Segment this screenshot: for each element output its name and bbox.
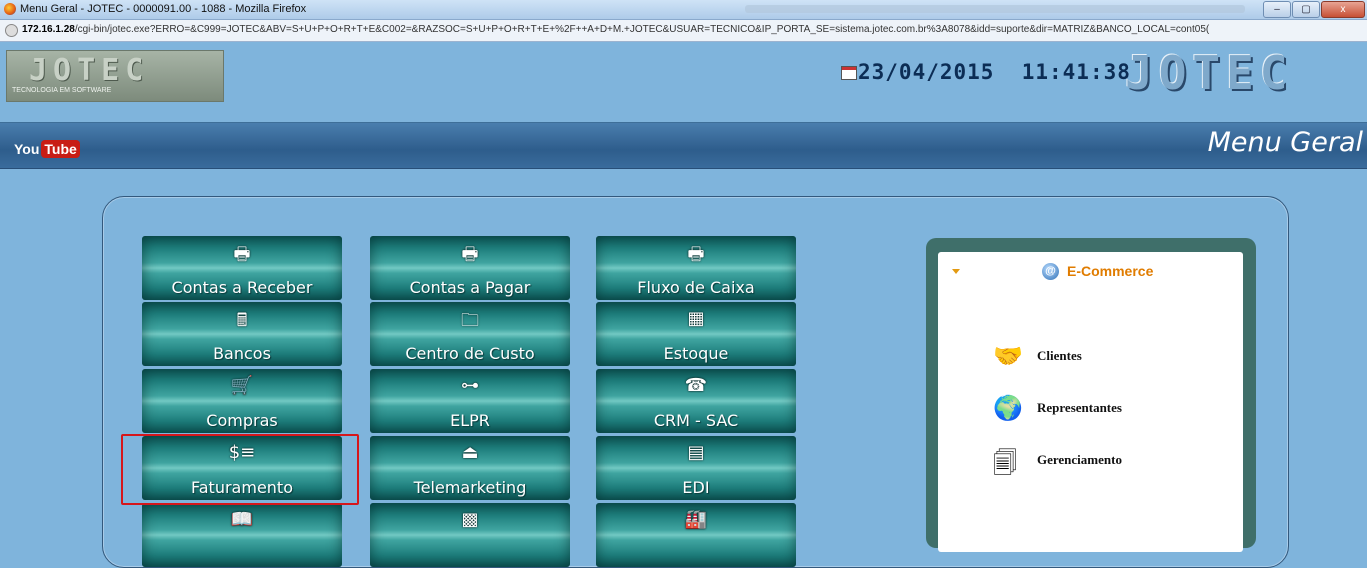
calendar-icon xyxy=(841,66,857,80)
logo-text: JOTEC xyxy=(29,53,150,88)
menu-centro-de-custo[interactable]: 🗀 Centro de Custo xyxy=(370,302,570,366)
window-controls: – ▢ x xyxy=(1263,1,1365,18)
menu-crm-sac[interactable]: ☎ CRM - SAC xyxy=(596,369,796,433)
factory-icon: 🏭 xyxy=(684,509,708,530)
url-text[interactable]: 172.16.1.28/cgi-bin/jotec.exe?ERRO=&C999… xyxy=(22,24,1362,35)
printer-icon: 🖶 xyxy=(461,244,479,265)
menu-label: Compras xyxy=(206,411,278,430)
menu-fluxo-de-caixa[interactable]: 🖶 Fluxo de Caixa xyxy=(596,236,796,300)
menu-label: Fluxo de Caixa xyxy=(637,278,755,297)
printer-icon: 🖶 xyxy=(233,244,251,265)
collapse-arrow-icon[interactable] xyxy=(952,269,960,274)
panel-icon: ▩ xyxy=(461,509,479,530)
menu-label: Contas a Pagar xyxy=(409,278,531,297)
jotec-brand: JOTEC xyxy=(1125,46,1294,100)
minimize-button[interactable]: – xyxy=(1263,1,1291,18)
telephone-tray-icon: ⏏ xyxy=(461,442,479,463)
at-icon: @ xyxy=(1042,263,1059,280)
menu-compras[interactable]: 🛒 Compras xyxy=(142,369,342,433)
url-host: 172.16.1.28 xyxy=(22,24,75,35)
window-titlebar: Menu Geral - JOTEC - 0000091.00 - 1088 -… xyxy=(0,0,1367,20)
book-icon: 📖 xyxy=(230,509,254,530)
ecommerce-panel-body: @ E-Commerce 🤝 Clientes 🌍 Representantes… xyxy=(938,252,1243,552)
close-button[interactable]: x xyxy=(1321,1,1365,18)
app-header: JOTEC TECNOLOGIA EM SOFTWARE 23/04/2015 … xyxy=(0,42,1367,123)
menu-item-row5-1[interactable]: 📖 xyxy=(142,503,342,567)
printer-icon: 🖶 xyxy=(687,244,705,265)
globe-icon: 🌍 xyxy=(993,394,1023,422)
handshake-icon: 🤝 xyxy=(993,342,1023,370)
jotec-logo: JOTEC TECNOLOGIA EM SOFTWARE xyxy=(6,50,224,102)
menu-item-row5-3[interactable]: 🏭 xyxy=(596,503,796,567)
menu-label: Telemarketing xyxy=(413,478,527,497)
firefox-icon xyxy=(4,3,16,15)
ecommerce-item-label: Gerenciamento xyxy=(1037,452,1122,467)
page-title: Menu Geral xyxy=(1207,127,1363,158)
boxes-icon: ▦ xyxy=(687,308,705,329)
ecommerce-panel: @ E-Commerce 🤝 Clientes 🌍 Representantes… xyxy=(926,238,1256,552)
url-path: /cgi-bin/jotec.exe?ERRO=&C999=JOTEC&ABV=… xyxy=(74,24,1210,35)
ecommerce-item-label: Clientes xyxy=(1037,348,1082,363)
date-time: 23/04/2015 11:41:38 xyxy=(858,60,1131,84)
logo-subtitle: TECNOLOGIA EM SOFTWARE xyxy=(12,87,112,94)
ecommerce-gerenciamento[interactable]: 🗐 Gerenciamento xyxy=(993,446,1213,480)
phone-icon: ☎ xyxy=(684,375,708,396)
menu-edi[interactable]: ▤ EDI xyxy=(596,436,796,500)
menu-item-row5-2[interactable]: ▩ xyxy=(370,503,570,567)
ecommerce-representantes[interactable]: 🌍 Representantes xyxy=(993,394,1213,428)
blurred-region xyxy=(745,5,1245,13)
window-title: Menu Geral - JOTEC - 0000091.00 - 1088 -… xyxy=(20,3,307,15)
menu-label: Centro de Custo xyxy=(405,344,535,363)
menu-estoque[interactable]: ▦ Estoque xyxy=(596,302,796,366)
ecommerce-clientes[interactable]: 🤝 Clientes xyxy=(993,342,1213,376)
maximize-button[interactable]: ▢ xyxy=(1292,1,1320,18)
ecommerce-item-label: Representantes xyxy=(1037,400,1122,415)
menu-label: ELPR xyxy=(450,411,490,430)
current-time: 11:41:38 xyxy=(1021,60,1131,84)
documents-icon: 🗐 xyxy=(993,449,1017,477)
menu-label: Estoque xyxy=(663,344,729,363)
faturamento-highlight xyxy=(121,434,359,505)
menu-label: Contas a Receber xyxy=(171,278,313,297)
network-icon: ⊶ xyxy=(461,375,479,396)
menu-label: Bancos xyxy=(213,344,271,363)
cart-icon: 🛒 xyxy=(230,375,254,396)
menu-label: CRM - SAC xyxy=(653,411,739,430)
ecommerce-title: E-Commerce xyxy=(1067,263,1154,279)
document-icon: ▤ xyxy=(687,442,705,463)
folder-icon: 🗀 xyxy=(461,310,479,331)
nav-bar: You Tube Menu Geral xyxy=(0,123,1367,169)
current-date: 23/04/2015 xyxy=(858,60,995,84)
cash-register-icon: 🖩 xyxy=(236,310,248,331)
menu-bancos[interactable]: 🖩 Bancos xyxy=(142,302,342,366)
youtube-tube: Tube xyxy=(41,140,80,158)
menu-telemarketing[interactable]: ⏏ Telemarketing xyxy=(370,436,570,500)
menu-contas-a-pagar[interactable]: 🖶 Contas a Pagar xyxy=(370,236,570,300)
youtube-you: You xyxy=(14,141,40,157)
menu-elpr[interactable]: ⊶ ELPR xyxy=(370,369,570,433)
site-identity-icon[interactable] xyxy=(5,24,18,37)
menu-label: EDI xyxy=(682,478,710,497)
address-bar[interactable]: 172.16.1.28/cgi-bin/jotec.exe?ERRO=&C999… xyxy=(0,20,1367,42)
menu-contas-a-receber[interactable]: 🖶 Contas a Receber xyxy=(142,236,342,300)
youtube-link[interactable]: You Tube xyxy=(14,140,80,158)
